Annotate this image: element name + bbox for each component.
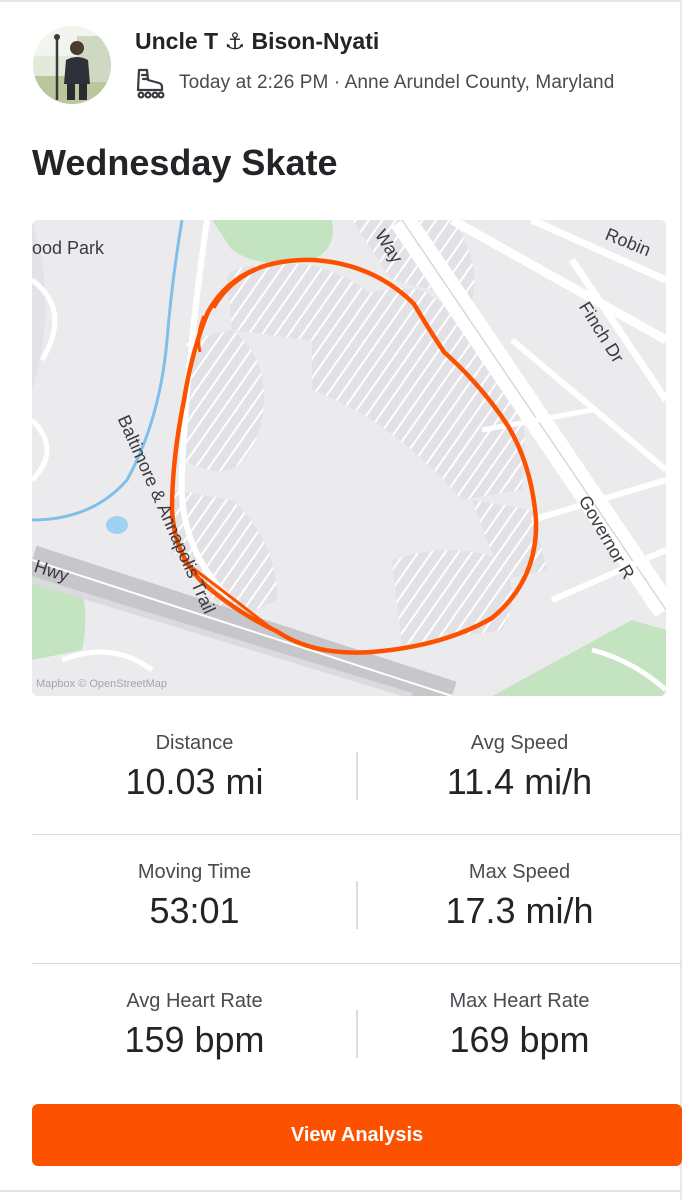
stat-label: Avg Heart Rate xyxy=(126,990,263,1012)
stat-moving-time: Moving Time 53:01 xyxy=(32,835,357,932)
stat-row-heart-rate: Avg Heart Rate 159 bpm Max Heart Rate 16… xyxy=(32,964,682,1092)
stat-row-time-maxspeed: Moving Time 53:01 Max Speed 17.3 mi/h xyxy=(32,835,682,964)
pond xyxy=(106,516,128,534)
activity-meta: Today at 2:26 PM · Anne Arundel County, … xyxy=(133,66,614,100)
stat-value: 17.3 mi/h xyxy=(445,890,594,931)
stat-label: Max Heart Rate xyxy=(449,990,590,1012)
stat-value: 11.4 mi/h xyxy=(446,761,593,802)
route-map[interactable]: ood Park Way Robin Finch Dr Baltimore & … xyxy=(32,220,666,696)
stat-value: 10.03 mi xyxy=(125,761,264,802)
inline-skate-icon xyxy=(133,66,167,100)
stat-value: 169 bpm xyxy=(449,1019,590,1060)
stat-distance: Distance 10.03 mi xyxy=(32,706,357,803)
stat-row-distance-speed: Distance 10.03 mi Avg Speed 11.4 mi/h xyxy=(32,706,682,835)
stat-label: Distance xyxy=(155,732,234,754)
view-analysis-button[interactable]: View Analysis xyxy=(32,1104,682,1166)
athlete-name[interactable]: Uncle T ⚓ Bison-Nyati xyxy=(135,28,379,55)
map-label-park: ood Park xyxy=(32,238,105,258)
stat-avg-speed: Avg Speed 11.4 mi/h xyxy=(357,706,682,803)
stat-label: Max Speed xyxy=(468,861,571,883)
stat-label: Avg Speed xyxy=(470,732,569,754)
map-attribution: Mapbox © OpenStreetMap xyxy=(36,678,168,690)
top-border xyxy=(0,0,682,2)
stat-avg-heart-rate: Avg Heart Rate 159 bpm xyxy=(32,964,357,1061)
stat-max-speed: Max Speed 17.3 mi/h xyxy=(357,835,682,932)
activity-card: Uncle T ⚓ Bison-Nyati Today at 2:26 PM ·… xyxy=(0,0,682,1200)
activity-date-location: Today at 2:26 PM · Anne Arundel County, … xyxy=(179,72,615,93)
athlete-avatar[interactable] xyxy=(33,26,111,104)
stat-label: Moving Time xyxy=(137,861,252,883)
stat-max-heart-rate: Max Heart Rate 169 bpm xyxy=(357,964,682,1061)
activity-title[interactable]: Wednesday Skate xyxy=(32,142,337,184)
stat-value: 53:01 xyxy=(149,890,240,931)
bottom-divider xyxy=(0,1190,682,1192)
stat-value: 159 bpm xyxy=(124,1019,265,1060)
stats-grid: Distance 10.03 mi Avg Speed 11.4 mi/h Mo… xyxy=(32,706,682,1092)
